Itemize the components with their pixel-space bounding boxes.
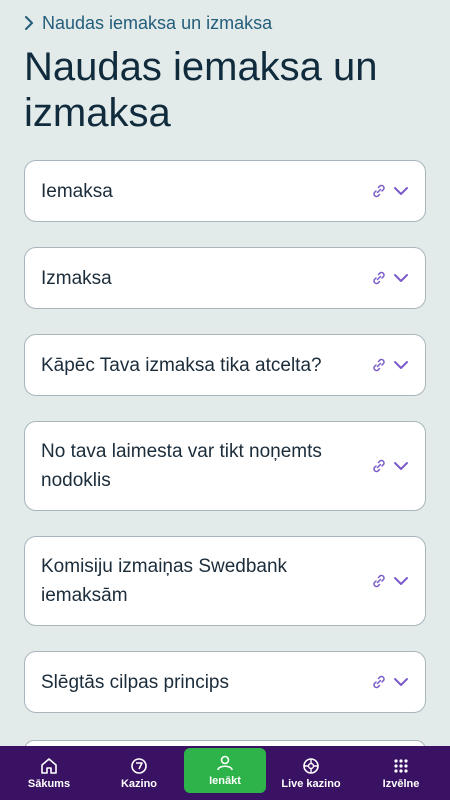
link-icon[interactable] (371, 573, 387, 589)
link-icon[interactable] (371, 357, 387, 373)
accordion-item-izmaksa-atcelta[interactable]: Kāpēc Tava izmaksa tika atcelta? (24, 334, 426, 396)
chevron-down-icon[interactable] (393, 458, 409, 474)
link-icon[interactable] (371, 674, 387, 690)
nav-label: Ienākt (209, 775, 241, 787)
accordion-item-label: No tava laimesta var tikt noņemts nodokl… (41, 441, 322, 491)
nav-item-live-casino[interactable]: Live kazino (266, 746, 356, 800)
roulette-icon (303, 757, 319, 774)
user-icon (217, 755, 233, 771)
breadcrumb[interactable]: Naudas iemaksa un izmaksa (24, 12, 426, 34)
grid-menu-icon (394, 758, 408, 773)
chevron-down-icon[interactable] (393, 357, 409, 373)
accordion-item-iemaksa[interactable]: Iemaksa (24, 160, 426, 222)
accordion-item-label: Izmaksa (41, 267, 112, 289)
accordion-item-slegtas-cilpas[interactable]: Slēgtās cilpas princips (24, 651, 426, 713)
page-title: Naudas iemaksa un izmaksa (24, 45, 378, 135)
nav-item-menu[interactable]: Izvēlne (356, 746, 446, 800)
accordion-item-izmaksa[interactable]: Izmaksa (24, 247, 426, 309)
accordion-item-nodoklis[interactable]: No tava laimesta var tikt noņemts nodokl… (24, 421, 426, 511)
chevron-down-icon[interactable] (393, 573, 409, 589)
link-icon[interactable] (371, 270, 387, 286)
accordion-item-label: Slēgtās cilpas princips (41, 671, 229, 693)
main-content: Naudas iemaksa un izmaksa Naudas iemaksa… (0, 0, 450, 713)
nav-item-casino[interactable]: Kazino (94, 746, 184, 800)
chevron-down-icon[interactable] (393, 674, 409, 690)
nav-label: Izvēlne (382, 777, 420, 790)
nav-label: Kazino (120, 777, 158, 790)
accordion-list: Iemaksa Izmaksa Kāpēc Tava izmaksa tika … (24, 160, 426, 713)
nav-label: Live kazino (281, 777, 341, 790)
nav-item-home[interactable]: Sākums (4, 746, 94, 800)
chevron-down-icon[interactable] (393, 183, 409, 199)
home-icon (41, 757, 57, 774)
breadcrumb-link[interactable]: Naudas iemaksa un izmaksa (42, 13, 272, 34)
accordion-item-label: Komisiju izmaiņas Swedbank iemaksām (41, 556, 288, 606)
bottom-navigation: Sākums Kazino Ienākt Live kazino Izvēlne (0, 746, 450, 800)
link-icon[interactable] (371, 458, 387, 474)
link-icon[interactable] (371, 183, 387, 199)
nav-item-login[interactable]: Ienākt (184, 748, 266, 793)
chevron-down-icon[interactable] (393, 270, 409, 286)
casino-chip-icon (131, 757, 147, 774)
accordion-item-label: Kāpēc Tava izmaksa tika atcelta? (41, 354, 322, 376)
nav-label: Sākums (27, 777, 71, 790)
chevron-right-icon (25, 16, 33, 30)
accordion-item-label: Iemaksa (41, 180, 113, 202)
accordion-item-komisiju-izmainas[interactable]: Komisiju izmaiņas Swedbank iemaksām (24, 536, 426, 626)
